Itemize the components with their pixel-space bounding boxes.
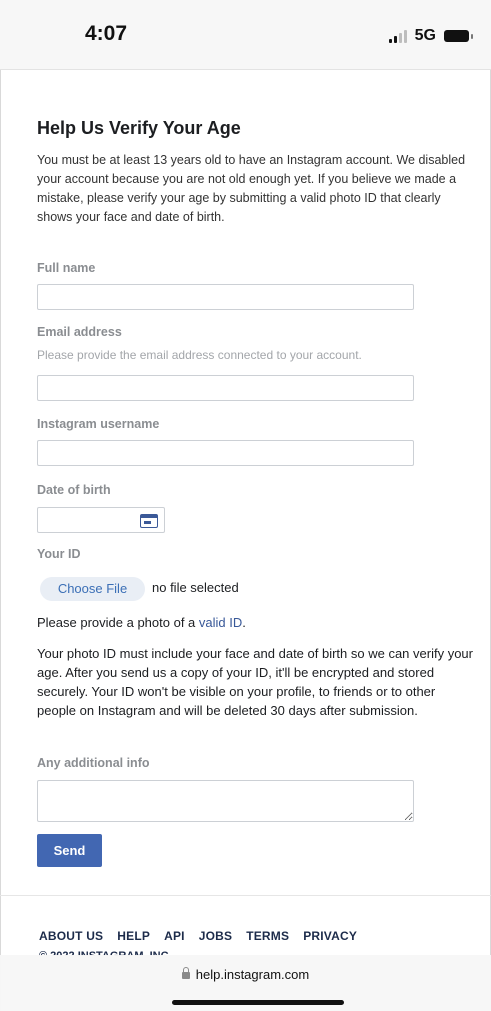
- dob-label: Date of birth: [37, 483, 111, 497]
- url-display[interactable]: help.instagram.com: [0, 967, 491, 982]
- footer-link-help[interactable]: HELP: [117, 929, 150, 943]
- page-header: Help Us Verify Your Age You must be at l…: [37, 118, 477, 227]
- valid-id-link[interactable]: valid ID: [199, 615, 242, 630]
- network-label: 5G: [414, 27, 436, 44]
- choose-file-button[interactable]: Choose File: [40, 577, 145, 601]
- status-time: 4:07: [85, 22, 128, 45]
- email-label: Email address: [37, 325, 122, 339]
- page-title: Help Us Verify Your Age: [37, 118, 241, 138]
- browser-url-bar[interactable]: help.instagram.com: [0, 955, 491, 1011]
- url-text: help.instagram.com: [195, 967, 310, 982]
- email-hint: Please provide the email address connect…: [37, 348, 362, 362]
- additional-info-textarea[interactable]: [37, 780, 414, 822]
- intro-text: You must be at least 13 years old to hav…: [37, 153, 466, 224]
- username-input[interactable]: [37, 440, 414, 466]
- footer-divider: [0, 895, 491, 896]
- battery-icon: [444, 30, 473, 42]
- footer-link-about[interactable]: ABOUT US: [39, 929, 103, 943]
- status-indicators: 5G: [388, 27, 473, 45]
- provide-photo-prefix: Please provide a photo of a: [37, 615, 199, 630]
- provide-photo-text: Please provide a photo of a valid ID.: [37, 615, 246, 630]
- footer-link-jobs[interactable]: JOBS: [199, 929, 232, 943]
- footer-links: ABOUT US HELP API JOBS TERMS PRIVACY: [39, 929, 371, 943]
- footer-link-terms[interactable]: TERMS: [246, 929, 289, 943]
- file-status: no file selected: [152, 580, 239, 595]
- full-name-input[interactable]: [37, 284, 414, 310]
- footer-link-api[interactable]: API: [164, 929, 185, 943]
- full-name-label: Full name: [37, 261, 96, 275]
- calendar-icon[interactable]: [140, 514, 158, 528]
- footer-link-privacy[interactable]: PRIVACY: [303, 929, 357, 943]
- send-button[interactable]: Send: [37, 834, 102, 867]
- dob-input[interactable]: [37, 507, 165, 533]
- email-input[interactable]: [37, 375, 414, 401]
- lock-icon: [181, 967, 190, 979]
- id-label: Your ID: [37, 547, 81, 561]
- status-bar: 4:07 5G: [0, 0, 491, 70]
- username-label: Instagram username: [37, 417, 160, 431]
- id-info-text: Your photo ID must include your face and…: [37, 646, 473, 718]
- additional-info-label: Any additional info: [37, 756, 150, 770]
- home-indicator[interactable]: [172, 1000, 344, 1005]
- signal-icon: [388, 29, 409, 43]
- provide-photo-suffix: .: [242, 615, 246, 630]
